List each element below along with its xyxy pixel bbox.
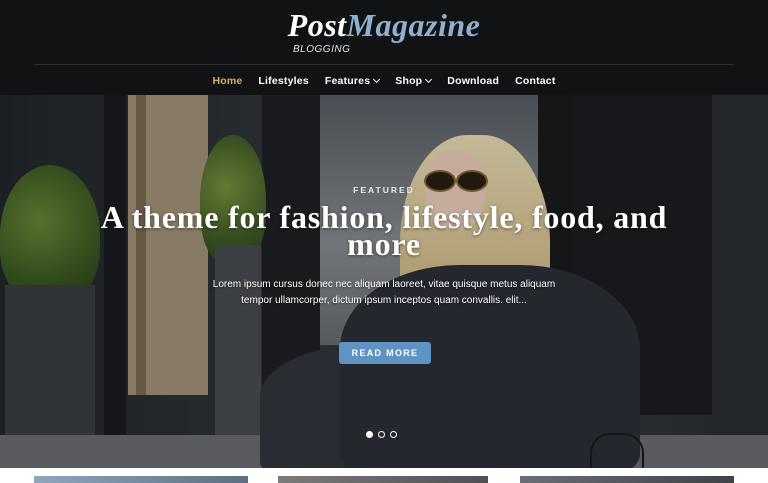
slide-title[interactable]: A theme for fashion, lifestyle, food, an… <box>60 201 708 260</box>
chevron-down-icon <box>425 75 433 84</box>
site-logo[interactable]: PostMagazine BLOGGING <box>0 6 768 55</box>
nav-item-lifestyles[interactable]: Lifestyles <box>250 72 316 90</box>
featured-label: FEATURED <box>353 185 415 195</box>
chevron-down-icon <box>373 75 381 84</box>
post-thumbnail[interactable] <box>34 476 248 483</box>
slide-excerpt: Lorem ipsum cursus donec nec aliquam lao… <box>212 279 556 306</box>
post-grid-preview <box>0 468 768 483</box>
hero-slider[interactable]: FEATURED A theme for fashion, lifestyle,… <box>0 95 768 468</box>
nav-item-contact[interactable]: Contact <box>507 72 563 90</box>
slider-dot-1[interactable] <box>366 431 373 438</box>
slider-dot-3[interactable] <box>390 431 397 438</box>
nav-item-features[interactable]: Features <box>317 72 387 90</box>
site-header: PostMagazine BLOGGING Home Lifestyles Fe… <box>0 0 768 95</box>
nav-item-home[interactable]: Home <box>204 72 250 90</box>
slider-pagination <box>366 431 397 441</box>
read-more-button[interactable]: READ MORE <box>339 342 431 364</box>
header-divider <box>34 64 734 65</box>
site-tagline: BLOGGING <box>293 44 351 55</box>
logo-magazine-text: Magazine <box>346 7 481 43</box>
slider-dot-2[interactable] <box>378 431 385 438</box>
main-navigation: Home Lifestyles Features Shop Download C… <box>0 72 768 90</box>
post-thumbnail[interactable] <box>278 476 488 483</box>
logo-post-text: Post <box>287 7 347 43</box>
nav-item-download[interactable]: Download <box>439 72 507 90</box>
post-thumbnail[interactable] <box>520 476 734 483</box>
nav-item-shop[interactable]: Shop <box>387 72 439 90</box>
